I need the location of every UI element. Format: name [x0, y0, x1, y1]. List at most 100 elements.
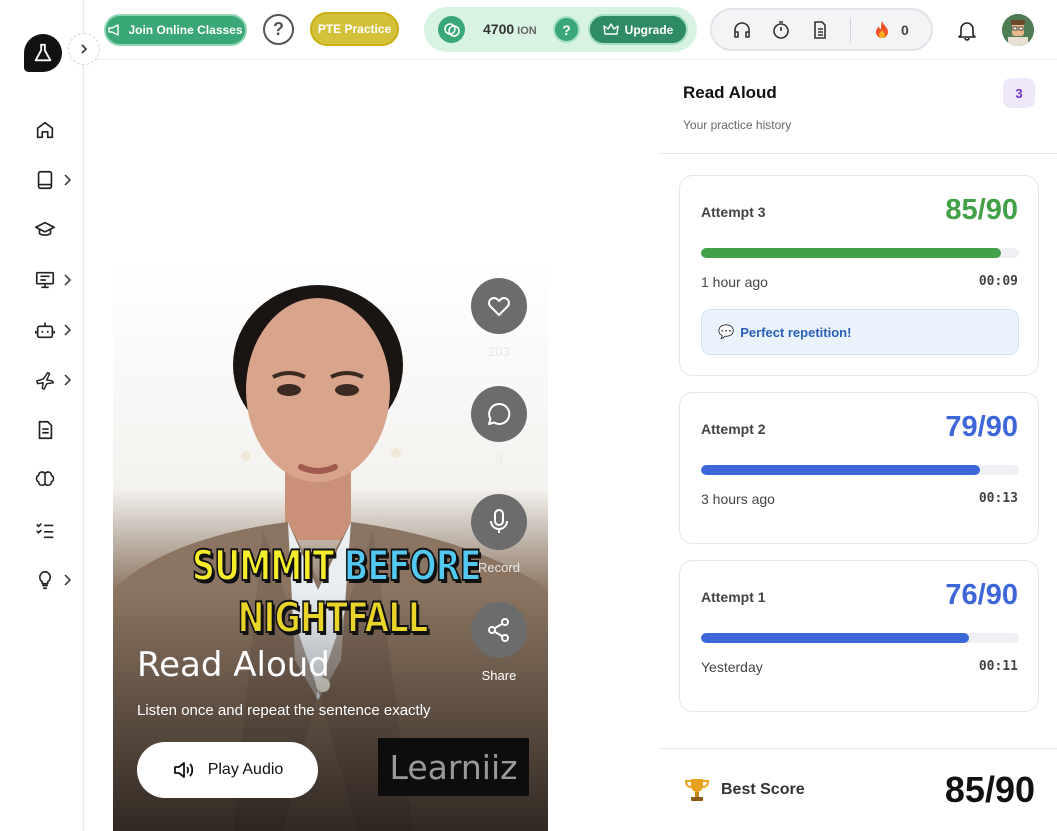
attempt-time: 3 hours ago [701, 491, 775, 507]
video-caption: SUMMIT BEFORE NIGHTFALL [191, 540, 482, 644]
sidebar-item-presentation[interactable] [34, 268, 74, 292]
upgrade-button[interactable]: Upgrade [588, 14, 688, 45]
sidebar-expand-button[interactable] [68, 33, 100, 65]
robot-icon [35, 322, 55, 339]
ion-amount: 4700 [483, 21, 515, 37]
app-logo[interactable] [24, 34, 62, 72]
best-score-row: Best Score 85/90 [659, 748, 1057, 831]
notes-icon [814, 21, 826, 39]
ion-unit: ION [517, 25, 537, 37]
caption-line-2: NIGHTFALL [237, 592, 429, 643]
ion-help-button[interactable]: ? [553, 16, 580, 43]
attempt-label: Attempt 2 [701, 421, 766, 437]
panel-title: Read Aloud [683, 83, 777, 102]
record-button[interactable] [471, 494, 527, 550]
score-progress-bar [701, 633, 1019, 643]
score-progress-bar [701, 465, 1019, 475]
panel-subtitle: Your practice history [683, 118, 792, 132]
divider [850, 18, 851, 42]
avatar-image [1002, 14, 1034, 46]
like-count: 203 [488, 344, 510, 359]
flask-logo-icon [34, 43, 52, 62]
score-progress-fill [701, 465, 981, 475]
checklist-icon [36, 522, 54, 539]
comment-button[interactable] [471, 386, 527, 442]
book-icon [37, 170, 53, 190]
comment-count: 3 [495, 452, 503, 467]
like-button[interactable] [471, 278, 527, 334]
timer-button[interactable] [771, 20, 791, 40]
attempt-duration: 00:13 [978, 491, 1018, 506]
play-audio-label: Play Audio [207, 761, 284, 778]
sidebar-item-ai[interactable] [34, 318, 74, 342]
speech-bubble-icon: 💬 [718, 324, 735, 339]
streak-count: 0 [901, 22, 909, 38]
trophy-icon [684, 779, 710, 801]
attempt-time: 1 hour ago [701, 274, 768, 290]
attempt-card[interactable]: Attempt 2 79/90 3 hours ago 00:13 [679, 392, 1039, 544]
presentation-icon [35, 271, 55, 289]
top-bar: Join Online Classes ? PTE Practice 4700 I… [84, 0, 1057, 60]
chevron-right-icon [64, 174, 72, 186]
chevron-right-icon [64, 374, 72, 386]
headphones-button[interactable] [732, 20, 752, 40]
sidebar-item-travel[interactable] [34, 368, 74, 392]
question-mark-icon: ? [273, 19, 284, 39]
join-online-classes-label: Join Online Classes [128, 23, 243, 37]
score-progress-bar [701, 248, 1019, 258]
video-title: Read Aloud [137, 645, 330, 685]
attempt-label: Attempt 3 [701, 204, 766, 220]
graduation-cap-icon [35, 221, 55, 236]
attempt-duration: 00:11 [978, 659, 1018, 674]
streak-flame-icon [872, 20, 892, 40]
question-mark-icon: ? [562, 21, 571, 38]
sidebar-item-ideas[interactable] [34, 568, 74, 592]
practice-history-panel: Read Aloud Your practice history 3 Attem… [659, 60, 1057, 831]
attempt-label: Attempt 1 [701, 589, 766, 605]
sidebar [0, 0, 100, 831]
attempt-count-badge: 3 [1003, 78, 1035, 108]
notifications-button[interactable] [956, 19, 978, 41]
attempt-feedback: 💬 Perfect repetition! [701, 309, 1019, 355]
user-avatar[interactable] [1002, 14, 1034, 46]
document-icon [38, 420, 53, 440]
help-button[interactable]: ? [263, 14, 294, 45]
upgrade-label: Upgrade [624, 22, 674, 37]
sidebar-item-book[interactable] [34, 168, 74, 192]
home-icon [36, 121, 54, 139]
chevron-right-icon [64, 274, 72, 286]
learniiz-watermark: Learniiz [378, 738, 529, 796]
best-score-value: 85/90 [944, 769, 1035, 810]
plane-icon [36, 371, 54, 390]
coins-icon [438, 16, 465, 43]
pte-practice-button[interactable]: PTE Practice [310, 12, 399, 46]
sidebar-item-checklist[interactable] [34, 518, 74, 542]
sidebar-item-brain[interactable] [34, 468, 74, 492]
sidebar-item-home[interactable] [34, 118, 74, 142]
crown-icon [602, 22, 619, 35]
attempt-card[interactable]: Attempt 3 85/90 1 hour ago 00:09 💬 Perfe… [679, 175, 1039, 376]
caption-word-1: SUMMIT [191, 540, 335, 591]
attempt-time: Yesterday [701, 659, 763, 675]
sidebar-item-documents[interactable] [34, 418, 74, 442]
pte-practice-label: PTE Practice [317, 22, 392, 36]
play-audio-button[interactable]: Play Audio [137, 742, 318, 798]
score-progress-fill [701, 248, 1002, 258]
speaker-icon [173, 762, 193, 778]
chevron-right-icon [64, 324, 72, 336]
ion-balance-group: 4700 ION ? Upgrade [424, 7, 697, 52]
feedback-text: Perfect repetition! [740, 324, 852, 340]
comment-icon [488, 402, 511, 425]
chevron-right-icon [81, 44, 88, 54]
chevron-right-icon [64, 574, 72, 586]
sidebar-item-courses[interactable] [34, 218, 74, 242]
tools-group: 0 [710, 8, 933, 51]
join-online-classes-button[interactable]: Join Online Classes [104, 14, 247, 46]
share-button[interactable] [471, 602, 527, 658]
attempt-score: 79/90 [945, 411, 1018, 443]
share-label: Share [481, 668, 517, 683]
attempt-card[interactable]: Attempt 1 76/90 Yesterday 00:11 [679, 560, 1039, 712]
ion-balance: 4700 ION [483, 21, 537, 37]
notes-button[interactable] [810, 20, 830, 40]
best-score-label: Best Score [721, 781, 805, 798]
